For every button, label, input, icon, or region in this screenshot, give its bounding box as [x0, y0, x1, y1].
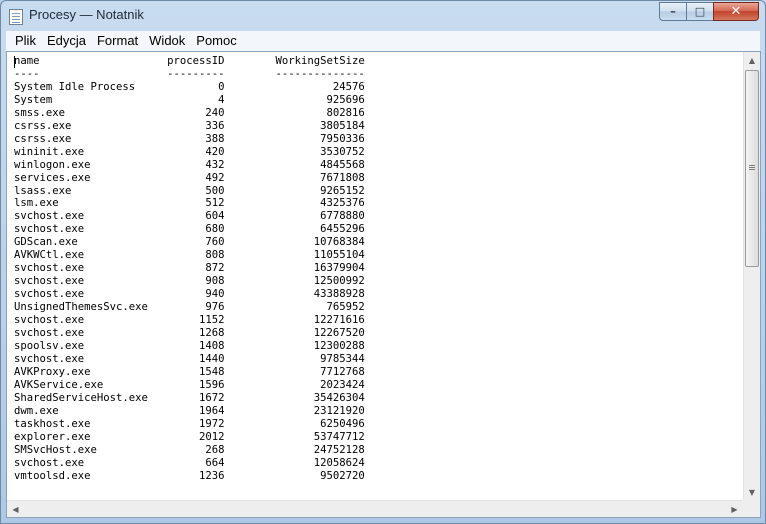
- text-line[interactable]: svchost.exe 872 16379904: [14, 262, 739, 275]
- menu-format[interactable]: Format: [92, 31, 143, 51]
- window-controls: – □ ✕: [659, 2, 759, 21]
- text-line[interactable]: spoolsv.exe 1408 12300288: [14, 340, 739, 353]
- text-line[interactable]: wininit.exe 420 3530752: [14, 146, 739, 159]
- text-editor[interactable]: name processID WorkingSetSize ---- ------…: [6, 51, 761, 518]
- text-line[interactable]: svchost.exe 1152 12271616: [14, 314, 739, 327]
- text-line[interactable]: explorer.exe 2012 53747712: [14, 431, 739, 444]
- close-button[interactable]: ✕: [713, 2, 759, 21]
- menu-help[interactable]: Pomoc: [191, 31, 241, 51]
- text-line[interactable]: dwm.exe 1964 23121920: [14, 405, 739, 418]
- title-bar[interactable]: Procesy — Notatnik – □ ✕: [1, 1, 765, 31]
- menu-bar: Plik Edycja Format Widok Pomoc: [6, 31, 760, 51]
- text-line[interactable]: name processID WorkingSetSize: [14, 55, 739, 68]
- maximize-icon: □: [694, 5, 706, 18]
- text-line[interactable]: SMSvcHost.exe 268 24752128: [14, 444, 739, 457]
- scroll-right-button[interactable]: ▶: [726, 501, 743, 517]
- notepad-window: Procesy — Notatnik – □ ✕ Plik Edycja For…: [0, 0, 766, 524]
- maximize-button[interactable]: □: [686, 2, 713, 21]
- text-line[interactable]: System Idle Process 0 24576: [14, 81, 739, 94]
- text-line[interactable]: System 4 925696: [14, 94, 739, 107]
- arrow-right-icon: ▶: [731, 504, 738, 514]
- text-line[interactable]: UnsignedThemesSvc.exe 976 765952: [14, 301, 739, 314]
- text-line[interactable]: svchost.exe 908 12500992: [14, 275, 739, 288]
- text-line[interactable]: smss.exe 240 802816: [14, 107, 739, 120]
- vertical-scrollbar[interactable]: ▲ ▼: [743, 52, 760, 501]
- text-line[interactable]: vmtoolsd.exe 1236 9502720: [14, 470, 739, 483]
- text-line[interactable]: SharedServiceHost.exe 1672 35426304: [14, 392, 739, 405]
- scroll-up-button[interactable]: ▲: [744, 52, 760, 69]
- text-line[interactable]: GDScan.exe 760 10768384: [14, 236, 739, 249]
- vertical-scroll-thumb[interactable]: [745, 70, 759, 267]
- menu-edit[interactable]: Edycja: [42, 31, 91, 51]
- text-line[interactable]: lsm.exe 512 4325376: [14, 197, 739, 210]
- text-line[interactable]: svchost.exe 680 6455296: [14, 223, 739, 236]
- minimize-button[interactable]: –: [659, 2, 686, 21]
- text-line[interactable]: csrss.exe 388 7950336: [14, 133, 739, 146]
- text-line[interactable]: svchost.exe 940 43388928: [14, 288, 739, 301]
- text-line[interactable]: AVKProxy.exe 1548 7712768: [14, 366, 739, 379]
- text-line[interactable]: taskhost.exe 1972 6250496: [14, 418, 739, 431]
- arrow-up-icon: ▲: [748, 56, 756, 65]
- grip-icon: [749, 165, 755, 166]
- arrow-down-icon: ▼: [748, 488, 756, 497]
- text-line[interactable]: services.exe 492 7671808: [14, 172, 739, 185]
- arrow-left-icon: ◀: [12, 504, 19, 514]
- window-title: Procesy — Notatnik: [29, 7, 144, 22]
- document-text[interactable]: name processID WorkingSetSize ---- ------…: [14, 55, 739, 500]
- notepad-icon[interactable]: [9, 9, 23, 25]
- text-line[interactable]: svchost.exe 1268 12267520: [14, 327, 739, 340]
- menu-file[interactable]: Plik: [10, 31, 41, 51]
- text-line[interactable]: AVKWCtl.exe 808 11055104: [14, 249, 739, 262]
- text-line[interactable]: winlogon.exe 432 4845568: [14, 159, 739, 172]
- scrollbar-corner: [742, 499, 760, 517]
- text-line[interactable]: svchost.exe 664 12058624: [14, 457, 739, 470]
- text-line[interactable]: svchost.exe 604 6778880: [14, 210, 739, 223]
- text-line[interactable]: svchost.exe 1440 9785344: [14, 353, 739, 366]
- text-line[interactable]: lsass.exe 500 9265152: [14, 185, 739, 198]
- text-line[interactable]: csrss.exe 336 3805184: [14, 120, 739, 133]
- scroll-left-button[interactable]: ◀: [7, 501, 24, 517]
- menu-view[interactable]: Widok: [144, 31, 190, 51]
- text-line[interactable]: AVKService.exe 1596 2023424: [14, 379, 739, 392]
- text-line[interactable]: ---- --------- --------------: [14, 68, 739, 81]
- minimize-icon: –: [670, 5, 676, 18]
- horizontal-scrollbar[interactable]: ◀ ▶: [7, 500, 743, 517]
- text-caret: [14, 56, 15, 68]
- close-icon: ✕: [730, 4, 742, 19]
